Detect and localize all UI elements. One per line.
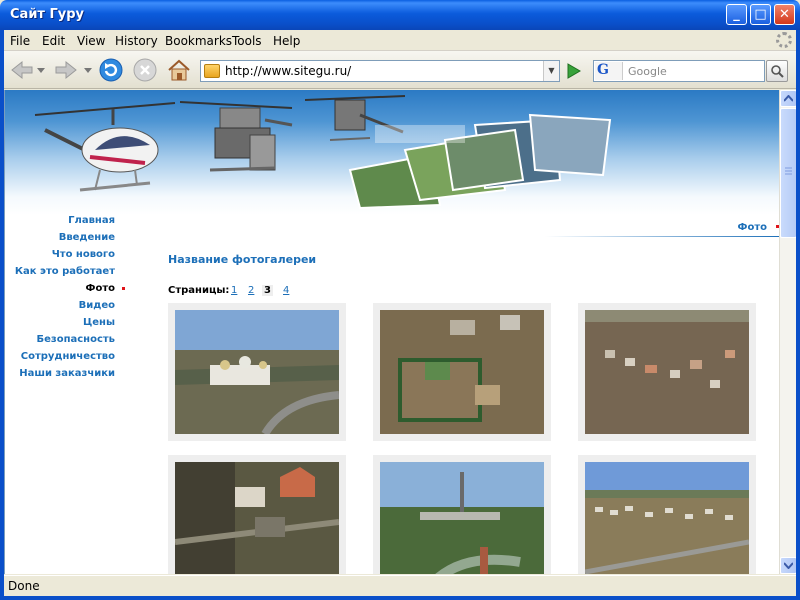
menu-edit[interactable]: Edit bbox=[42, 34, 65, 48]
status-bar: Done bbox=[0, 575, 800, 596]
search-button[interactable] bbox=[766, 60, 788, 82]
menu-bookmarks[interactable]: Bookmarks bbox=[165, 34, 232, 48]
helicopter-camera-image bbox=[180, 101, 293, 172]
gallery-thumbnail[interactable] bbox=[373, 455, 551, 574]
gallery-thumbnail[interactable] bbox=[168, 455, 346, 574]
back-icon[interactable] bbox=[10, 60, 34, 80]
window-border-right bbox=[796, 30, 800, 600]
thumbnail-construction-image bbox=[380, 310, 544, 434]
helicopter-image bbox=[34, 102, 176, 192]
page-link-4[interactable]: 4 bbox=[283, 285, 289, 296]
page-viewport: Главная Введение Что нового Как это рабо… bbox=[4, 90, 779, 574]
menu-help[interactable]: Help bbox=[273, 34, 300, 48]
search-input[interactable]: Google bbox=[628, 65, 667, 78]
close-icon: ✕ bbox=[779, 7, 790, 22]
magnifier-icon bbox=[771, 65, 784, 78]
scroll-up-button[interactable] bbox=[780, 90, 797, 107]
google-icon: G bbox=[597, 62, 609, 78]
active-marker-icon bbox=[122, 287, 125, 290]
chevron-down-icon bbox=[784, 562, 793, 569]
menu-view[interactable]: View bbox=[77, 34, 105, 48]
reload-icon[interactable] bbox=[99, 58, 123, 82]
search-engine-selector[interactable]: G bbox=[595, 62, 623, 80]
sidebar-item-safety[interactable]: Безопасность bbox=[37, 334, 116, 345]
page-link-1[interactable]: 1 bbox=[231, 285, 237, 296]
url-input[interactable]: http://www.sitegu.ru/ bbox=[225, 64, 351, 78]
maximize-button[interactable]: □ bbox=[750, 4, 771, 25]
sidebar-item-video[interactable]: Видео bbox=[79, 300, 115, 311]
vertical-scrollbar[interactable] bbox=[779, 90, 797, 574]
window-border-left bbox=[0, 30, 4, 600]
site-header-banner bbox=[5, 90, 779, 215]
thumbnail-monastery-image bbox=[175, 310, 339, 434]
url-bar[interactable]: http://www.sitegu.ru/ ▼ bbox=[200, 60, 560, 82]
close-button[interactable]: ✕ bbox=[774, 4, 795, 25]
sidebar-item-intro[interactable]: Введение bbox=[59, 232, 115, 243]
menu-tools[interactable]: Tools bbox=[232, 34, 262, 48]
sidebar-item-home[interactable]: Главная bbox=[68, 215, 115, 226]
photo-collage-image bbox=[348, 113, 612, 210]
scroll-thumb[interactable] bbox=[780, 108, 797, 238]
gallery-thumbnail[interactable] bbox=[168, 303, 346, 441]
forward-dropdown-icon[interactable] bbox=[84, 68, 92, 74]
forward-icon[interactable] bbox=[54, 60, 78, 80]
sidebar-item-cooperation[interactable]: Сотрудничество bbox=[21, 351, 115, 362]
window-titlebar[interactable]: Сайт Гуру _ □ ✕ bbox=[0, 0, 800, 30]
minimize-button[interactable]: _ bbox=[726, 4, 747, 25]
sidebar-item-prices[interactable]: Цены bbox=[83, 317, 115, 328]
thumbnail-houses-image bbox=[175, 462, 339, 574]
thumbnail-village-image bbox=[585, 310, 749, 434]
gallery-title: Название фотогалереи bbox=[168, 253, 317, 266]
thumbnail-tower-image bbox=[380, 462, 544, 574]
page-link-2[interactable]: 2 bbox=[248, 285, 254, 296]
navigation-toolbar: http://www.sitegu.ru/ ▼ G Google bbox=[0, 51, 800, 89]
grip-icon bbox=[785, 167, 792, 175]
maximize-icon: □ bbox=[754, 7, 767, 22]
gallery-thumbnail[interactable] bbox=[578, 303, 756, 441]
breadcrumb[interactable]: Фото bbox=[738, 222, 767, 233]
sidebar-item-how-it-works[interactable]: Как это работает bbox=[15, 266, 115, 277]
gallery-thumbnail[interactable] bbox=[373, 303, 551, 441]
status-text: Done bbox=[8, 579, 40, 593]
pagination-label: Страницы: bbox=[168, 285, 230, 296]
breadcrumb-divider bbox=[545, 236, 779, 237]
thumbnail-settlement-image bbox=[585, 462, 749, 574]
window-border-bottom bbox=[0, 596, 800, 600]
scroll-down-button[interactable] bbox=[780, 557, 797, 574]
gallery-thumbnail[interactable] bbox=[578, 455, 756, 574]
back-dropdown-icon[interactable] bbox=[37, 68, 45, 74]
sidebar-item-clients[interactable]: Наши заказчики bbox=[19, 368, 115, 379]
minimize-icon: _ bbox=[733, 7, 740, 22]
sidebar-item-news[interactable]: Что нового bbox=[52, 249, 115, 260]
go-icon[interactable] bbox=[563, 61, 583, 81]
menu-history[interactable]: History bbox=[115, 34, 158, 48]
page-current-3: 3 bbox=[262, 285, 273, 296]
menu-file[interactable]: File bbox=[10, 34, 30, 48]
throbber-icon bbox=[776, 32, 792, 48]
chevron-up-icon bbox=[784, 95, 793, 102]
site-favicon-icon bbox=[204, 64, 220, 78]
stop-icon[interactable] bbox=[133, 58, 157, 82]
menu-bar: File Edit View History Bookmarks Tools H… bbox=[0, 30, 800, 51]
search-box[interactable]: G Google bbox=[593, 60, 765, 82]
url-dropdown-icon[interactable]: ▼ bbox=[543, 61, 559, 81]
sidebar-item-photo[interactable]: Фото bbox=[86, 283, 115, 294]
home-icon[interactable] bbox=[166, 57, 192, 83]
window-title: Сайт Гуру bbox=[10, 7, 85, 22]
